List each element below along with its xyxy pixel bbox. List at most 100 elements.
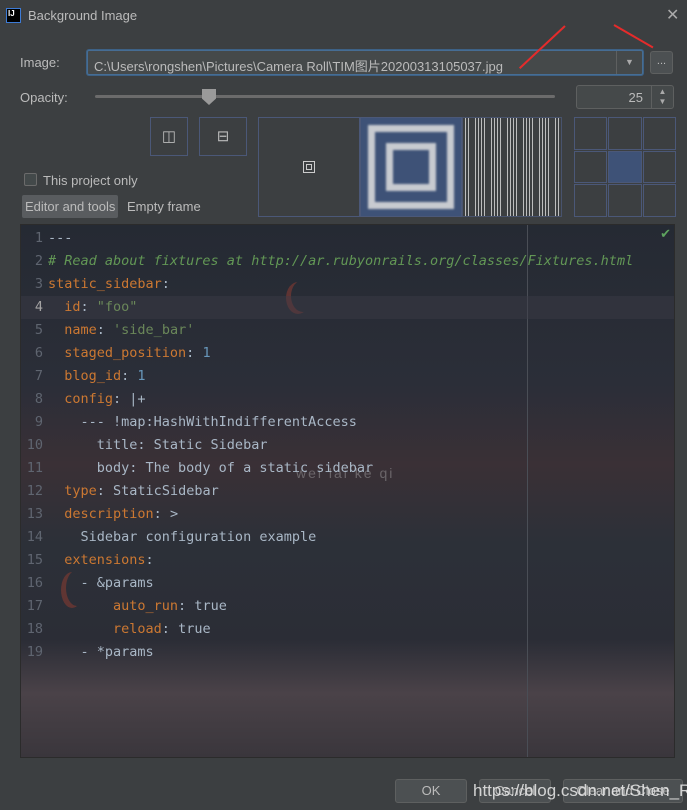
code-token: - *params: [48, 644, 154, 660]
tab-empty-frame[interactable]: Empty frame: [124, 195, 204, 218]
code-line: 10 title: Static Sidebar: [21, 434, 674, 457]
code-line: 12 type: StaticSidebar: [21, 480, 674, 503]
code-text: config: |+: [48, 388, 146, 411]
code-text: Sidebar configuration example: [48, 526, 317, 549]
code-text: name: 'side_bar': [48, 319, 194, 342]
browse-button[interactable]: ...: [650, 51, 673, 74]
anchor-left[interactable]: [574, 150, 608, 184]
code-token: id: [48, 299, 81, 315]
code-token: ---: [48, 230, 73, 246]
code-line: 15 extensions:: [21, 549, 674, 572]
code-text: body: The body of a static sidebar: [48, 457, 373, 480]
line-number: 10: [26, 437, 43, 453]
code-token: auto_run: [48, 598, 179, 614]
code-text: reload: true: [48, 618, 211, 641]
line-number: 9: [34, 414, 43, 430]
code-token: title: Static Sidebar: [48, 437, 268, 453]
code-token: staged_position: [48, 345, 187, 361]
intellij-logo-icon: IJ: [6, 8, 21, 23]
line-number: 11: [26, 460, 43, 476]
fill-plain-option[interactable]: [258, 117, 360, 217]
code-token: |+: [129, 391, 146, 407]
code-line: 3 static_sidebar:: [21, 273, 674, 296]
anchor-bottom[interactable]: [608, 184, 642, 217]
line-number: 19: [26, 644, 43, 660]
code-token: :: [161, 621, 179, 637]
tab-editor-and-tools[interactable]: Editor and tools: [22, 195, 119, 218]
code-line: 7 blog_id: 1: [21, 365, 674, 388]
code-token: body: The body of a static sidebar: [48, 460, 374, 476]
spinner-arrows-icon[interactable]: ▲ ▼: [651, 86, 673, 108]
code-line: 2 # Read about fixtures at http://ar.ruby…: [21, 250, 674, 273]
line-number: 3: [34, 276, 43, 292]
line-number: 8: [34, 391, 43, 407]
code-text: title: Static Sidebar: [48, 434, 268, 457]
line-number: 18: [26, 621, 43, 637]
this-project-only-label[interactable]: This project only: [43, 173, 138, 188]
code-line: 1 ---: [21, 227, 674, 250]
code-text: # Read about fixtures at http://ar.rubyo…: [48, 250, 633, 273]
code-token: type: [48, 483, 97, 499]
code-text: extensions:: [48, 549, 154, 572]
code-text: blog_id: 1: [48, 365, 146, 388]
code-token: >: [169, 506, 179, 522]
code-line: 5 name: 'side_bar': [21, 319, 674, 342]
code-token: :: [96, 322, 114, 338]
line-number: 14: [26, 529, 43, 545]
line-number: 12: [26, 483, 43, 499]
code-token: description: [48, 506, 154, 522]
watermark: https://blog.csdn.net/Shen_R: [473, 781, 687, 800]
close-icon[interactable]: ✕: [666, 5, 679, 25]
opacity-spinner[interactable]: 25 ▲ ▼: [576, 85, 674, 109]
code-token: :: [145, 552, 154, 568]
code-token: config: [48, 391, 114, 407]
code-line: 16 - &params: [21, 572, 674, 595]
this-project-only-checkbox[interactable]: [24, 173, 37, 186]
flip-vertical-button[interactable]: ⊟: [199, 117, 247, 156]
anchor-center[interactable]: [608, 150, 642, 184]
code-token: 1: [137, 368, 146, 384]
code-token: 1: [202, 345, 211, 361]
line-number: 2: [34, 253, 43, 269]
code-line: 17 auto_run: true: [21, 595, 674, 618]
code-token: Sidebar configuration example: [48, 529, 317, 545]
anchor-top[interactable]: [608, 117, 642, 150]
code-line: 19 - *params: [21, 641, 674, 664]
code-token: true: [178, 621, 211, 637]
opacity-slider[interactable]: [95, 95, 555, 98]
code-token: :: [113, 391, 130, 407]
anchor-bottom-left[interactable]: [574, 184, 608, 217]
fill-tile-option[interactable]: [462, 117, 562, 217]
anchor-right[interactable]: [642, 150, 676, 184]
code-line: 11 body: The body of a static sidebar: [21, 457, 674, 480]
code-text: - *params: [48, 641, 154, 664]
code-text: staged_position: 1: [48, 342, 211, 365]
code-token: 'side_bar': [113, 322, 195, 338]
code-token: # Read about fixtures at http://ar.rubyo…: [48, 253, 634, 269]
code-text: auto_run: true: [48, 595, 227, 618]
title-bar: IJ Background Image ✕: [0, 0, 687, 32]
code-token: - &params: [48, 575, 154, 591]
code-text: - &params: [48, 572, 154, 595]
code-token: :: [80, 299, 97, 315]
ok-button[interactable]: OK: [395, 779, 467, 803]
image-label: Image:: [20, 55, 60, 70]
opacity-slider-thumb[interactable]: [202, 89, 216, 105]
code-token: extensions: [48, 552, 146, 568]
scale-icon: [368, 125, 454, 209]
code-token: :: [186, 345, 203, 361]
image-path-value[interactable]: C:\Users\rongshen\Pictures\Camera Roll\T…: [94, 56, 503, 75]
code-text: --- !map:HashWithIndifferentAccess: [48, 411, 357, 434]
image-path-combo[interactable]: C:\Users\rongshen\Pictures\Camera Roll\T…: [87, 50, 643, 75]
code-line: 14 Sidebar configuration example: [21, 526, 674, 549]
chevron-down-icon[interactable]: ▼: [616, 51, 642, 74]
opacity-value[interactable]: 25: [629, 90, 643, 105]
anchor-top-right[interactable]: [642, 117, 676, 150]
fill-scale-option[interactable]: [360, 117, 462, 217]
anchor-top-left[interactable]: [574, 117, 608, 150]
code-line: 9 --- !map:HashWithIndifferentAccess: [21, 411, 674, 434]
anchor-bottom-right[interactable]: [642, 184, 676, 217]
flip-horizontal-button[interactable]: ◫: [150, 117, 188, 156]
line-number: 16: [26, 575, 43, 591]
anchor-grid: [574, 117, 676, 217]
